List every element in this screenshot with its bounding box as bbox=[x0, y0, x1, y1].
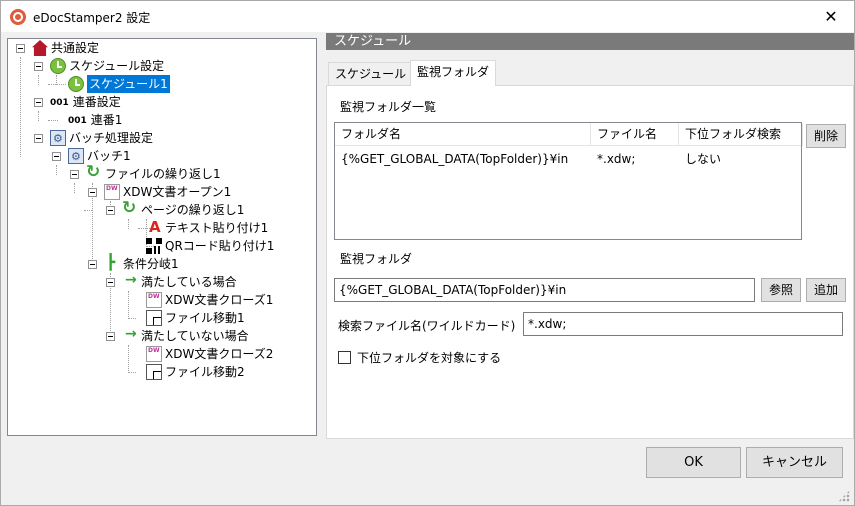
tree-node-label: ファイル移動1 bbox=[165, 311, 245, 325]
tree-node-xdw-close1[interactable]: XDW文書クローズ1 bbox=[146, 288, 274, 309]
tree-node-label: スケジュール設定 bbox=[69, 59, 165, 73]
subfolder-checkbox-label[interactable]: 下位フォルダを対象にする bbox=[357, 349, 501, 366]
tree-node-satisfied[interactable]: 満たしている場合 bbox=[122, 271, 237, 291]
clock-icon bbox=[50, 58, 66, 74]
search-pattern-input[interactable]: *.xdw; bbox=[523, 312, 843, 336]
xdw-document-icon bbox=[146, 342, 162, 362]
tree-node-label: XDW文書クローズ1 bbox=[165, 293, 274, 307]
tree-node-schedule-settings[interactable]: スケジュール設定 bbox=[50, 57, 164, 75]
tab-schedule[interactable]: スケジュール bbox=[328, 62, 414, 85]
cell-file: *.xdw; bbox=[597, 152, 636, 166]
collapse-toggle[interactable] bbox=[16, 44, 25, 53]
column-header-subfolder[interactable]: 下位フォルダ検索 bbox=[679, 123, 803, 146]
collapse-toggle[interactable] bbox=[34, 134, 43, 143]
window-title: eDocStamper2 設定 bbox=[33, 11, 151, 25]
watch-folder-label: 監視フォルダ bbox=[340, 252, 413, 266]
tree-node-label: XDW文書オープン1 bbox=[123, 185, 232, 199]
cancel-button[interactable]: キャンセル bbox=[746, 447, 843, 478]
tree-node-label: XDW文書クローズ2 bbox=[165, 347, 274, 361]
collapse-toggle[interactable] bbox=[106, 332, 115, 341]
tab-content: 監視フォルダ一覧 フォルダ名 ファイル名 下位フォルダ検索 {%GET_GLOB… bbox=[326, 85, 854, 439]
settings-dialog: eDocStamper2 設定 ✕ 共通設定 スケジュール設定 スケジュール1 … bbox=[0, 0, 855, 506]
resize-grip[interactable] bbox=[838, 490, 850, 502]
add-button[interactable]: 追加 bbox=[806, 278, 846, 302]
tab-watch-folder[interactable]: 監視フォルダ bbox=[410, 60, 497, 86]
collapse-toggle[interactable] bbox=[52, 152, 61, 161]
clock-icon bbox=[68, 76, 84, 92]
serial-number-icon: 001 bbox=[68, 116, 87, 126]
batch-gear-icon bbox=[50, 130, 66, 148]
home-icon bbox=[32, 40, 48, 56]
file-move-icon bbox=[146, 364, 162, 380]
tree-node-label: QRコード貼り付け1 bbox=[165, 239, 275, 253]
cell-folder: {%GET_GLOBAL_DATA(TopFolder)}¥in bbox=[341, 152, 569, 166]
collapse-toggle[interactable] bbox=[88, 260, 97, 269]
text-stamp-icon bbox=[146, 218, 162, 236]
branch-icon bbox=[104, 253, 120, 272]
subfolder-checkbox[interactable] bbox=[338, 351, 351, 364]
tree-node-qr-paste1[interactable]: QRコード貼り付け1 bbox=[146, 237, 274, 255]
tree-node-file-move2[interactable]: ファイル移動2 bbox=[146, 363, 245, 381]
tree-node-xdw-close2[interactable]: XDW文書クローズ2 bbox=[146, 342, 274, 363]
search-pattern-label: 検索ファイル名(ワイルドカード) bbox=[338, 319, 516, 333]
collapse-toggle[interactable] bbox=[34, 98, 43, 107]
column-header-file[interactable]: ファイル名 bbox=[591, 123, 679, 146]
delete-button[interactable]: 削除 bbox=[806, 124, 846, 148]
qr-code-icon bbox=[146, 238, 162, 254]
detail-panel: スケジュール スケジュール 監視フォルダ 監視フォルダ一覧 フォルダ名 ファイル… bbox=[326, 33, 854, 439]
collapse-toggle[interactable] bbox=[88, 188, 97, 197]
tree-node-serial1[interactable]: 001 連番1 bbox=[68, 111, 122, 129]
tree-node-file-move1[interactable]: ファイル移動1 bbox=[146, 309, 245, 327]
tree-node-text-paste1[interactable]: テキスト貼り付け1 bbox=[146, 218, 269, 237]
xdw-document-icon bbox=[146, 288, 162, 308]
tree-node-label: ページの繰り返し1 bbox=[141, 203, 245, 217]
branch-arrow-icon bbox=[122, 271, 138, 290]
tree-node-label: ファイル移動2 bbox=[165, 365, 245, 379]
ok-button[interactable]: OK bbox=[646, 447, 741, 478]
watch-folder-list[interactable]: フォルダ名 ファイル名 下位フォルダ検索 {%GET_GLOBAL_DATA(T… bbox=[334, 122, 803, 240]
watch-list-label: 監視フォルダ一覧 bbox=[340, 100, 437, 114]
xdw-document-icon bbox=[104, 180, 120, 200]
collapse-toggle[interactable] bbox=[70, 170, 79, 179]
tree-node-serial-settings[interactable]: 001 連番設定 bbox=[50, 93, 121, 111]
list-header: フォルダ名 ファイル名 下位フォルダ検索 bbox=[335, 123, 803, 146]
collapse-toggle[interactable] bbox=[106, 278, 115, 287]
cell-subfolder: しない bbox=[685, 152, 722, 166]
tree-node-batch-settings[interactable]: バッチ処理設定 bbox=[50, 129, 154, 148]
tree-node-label: ファイルの繰り返し1 bbox=[105, 167, 221, 181]
section-header: スケジュール bbox=[326, 33, 854, 50]
tree-node-label-selected: スケジュール1 bbox=[87, 75, 170, 93]
tree-node-label: テキスト貼り付け1 bbox=[165, 221, 269, 235]
tree-node-label: バッチ処理設定 bbox=[69, 131, 154, 145]
tree-node-not-satisfied[interactable]: 満たしていない場合 bbox=[122, 325, 249, 345]
loop-icon bbox=[86, 163, 102, 182]
tree-node-label: 連番設定 bbox=[72, 95, 121, 109]
batch-gear-icon bbox=[68, 148, 84, 166]
collapse-toggle[interactable] bbox=[34, 62, 43, 71]
branch-arrow-icon bbox=[122, 325, 138, 344]
column-header-folder[interactable]: フォルダ名 bbox=[335, 123, 591, 146]
watch-folder-input[interactable]: {%GET_GLOBAL_DATA(TopFolder)}¥in bbox=[334, 278, 755, 302]
browse-button[interactable]: 参照 bbox=[761, 278, 801, 302]
loop-icon bbox=[122, 199, 138, 218]
collapse-toggle[interactable] bbox=[106, 206, 115, 215]
serial-number-icon: 001 bbox=[50, 98, 69, 108]
tree-node-label: 共通設定 bbox=[51, 41, 100, 55]
tree-node-page-loop1[interactable]: ページの繰り返し1 bbox=[122, 199, 245, 219]
tree-node-common[interactable]: 共通設定 bbox=[32, 39, 99, 57]
tree-node-condition1[interactable]: 条件分岐1 bbox=[104, 253, 179, 273]
title-bar: eDocStamper2 設定 ✕ bbox=[1, 1, 854, 32]
tree-node-schedule1[interactable]: スケジュール1 bbox=[68, 75, 170, 93]
settings-tree[interactable]: 共通設定 スケジュール設定 スケジュール1 001 連番設定 001 連番1 バ… bbox=[7, 38, 317, 436]
file-move-icon bbox=[146, 310, 162, 326]
app-logo-icon bbox=[10, 9, 26, 25]
close-button[interactable]: ✕ bbox=[808, 1, 854, 32]
tree-node-label: 連番1 bbox=[90, 113, 123, 127]
